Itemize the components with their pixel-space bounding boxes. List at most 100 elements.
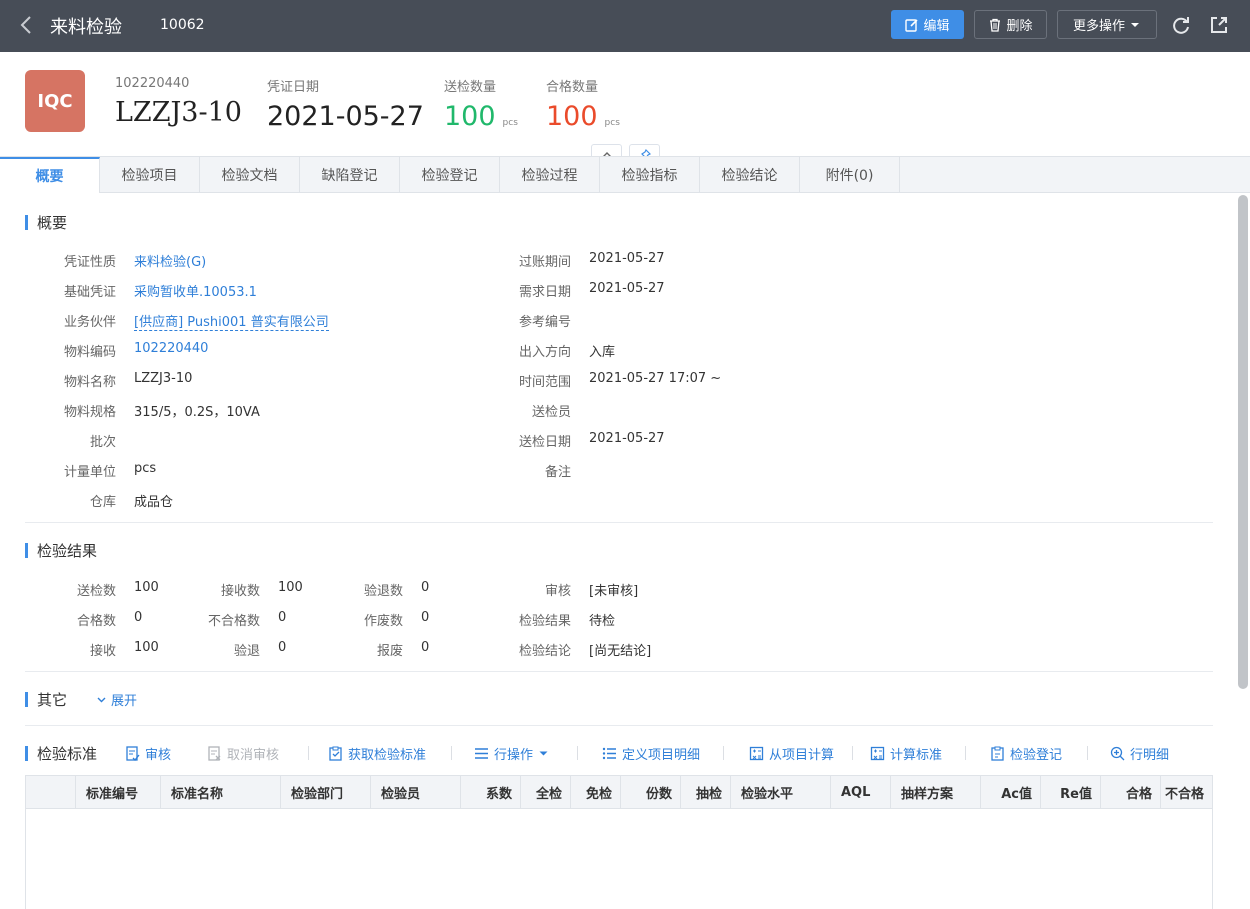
result-field-value: 0 bbox=[421, 610, 430, 625]
result-field-label: 验退 bbox=[233, 644, 260, 659]
grid-column-header[interactable]: AQL bbox=[831, 776, 891, 809]
expand-toggle[interactable]: 展开 bbox=[96, 690, 137, 709]
overview-field-label: 计量单位 bbox=[63, 465, 116, 480]
result-field-value: 0 bbox=[134, 610, 143, 625]
result-field-label: 验退数 bbox=[363, 584, 403, 599]
voucher-date-value: 2021-05-27 bbox=[267, 101, 424, 132]
row-ops-label: 行操作 bbox=[494, 748, 534, 763]
more-actions-button[interactable]: 更多操作 bbox=[1057, 10, 1157, 39]
grid-column-header[interactable]: 检验水平 bbox=[731, 776, 831, 809]
grid-column-header[interactable]: 抽样方案 bbox=[891, 776, 981, 809]
grid-column-header[interactable]: 免检 bbox=[571, 776, 621, 809]
open-external-icon[interactable] bbox=[1208, 14, 1230, 36]
tab-inspect-index[interactable]: 检验指标 bbox=[600, 157, 700, 193]
inspect-register-button[interactable]: 检验登记 bbox=[990, 744, 1062, 763]
delete-button[interactable]: 删除 bbox=[974, 10, 1047, 39]
row-ops-dropdown[interactable]: 行操作 bbox=[474, 744, 549, 763]
result-field-label: 报废 bbox=[376, 644, 403, 659]
overview-field-value: pcs bbox=[134, 461, 157, 476]
document-header: IQC 102220440 LZZJ3-10 凭证日期 2021-05-27 送… bbox=[0, 52, 1250, 166]
overview-field-value[interactable]: 102220440 bbox=[134, 341, 208, 356]
grid-column-header[interactable]: 检验部门 bbox=[281, 776, 371, 809]
edit-button[interactable]: 编辑 bbox=[891, 10, 964, 39]
divider bbox=[25, 725, 1213, 726]
tab-inspect-docs[interactable]: 检验文档 bbox=[200, 157, 300, 193]
overview-field-value[interactable]: 采购暂收单.10053.1 bbox=[134, 281, 257, 300]
tab-inspect-register[interactable]: 检验登记 bbox=[400, 157, 500, 193]
grid-column-header[interactable]: 份数 bbox=[621, 776, 681, 809]
pass-qty-value: 100 bbox=[546, 101, 598, 132]
edit-button-label: 编辑 bbox=[923, 19, 950, 34]
grid-column-header[interactable]: Ac值 bbox=[981, 776, 1041, 809]
calculator-icon bbox=[870, 746, 885, 761]
tab-attachments[interactable]: 附件(0) bbox=[800, 157, 900, 193]
vertical-scrollbar[interactable] bbox=[1238, 195, 1248, 689]
overview-field-label: 时间范围 bbox=[518, 375, 571, 390]
section-title-result: 检验结果 bbox=[25, 540, 97, 561]
grid-column-header[interactable]: 系数 bbox=[461, 776, 521, 809]
material-code-block: 102220440 LZZJ3-10 bbox=[115, 76, 242, 128]
caret-down-icon bbox=[1131, 22, 1139, 27]
result-field-label: 不合格数 bbox=[207, 614, 260, 629]
overview-field-value: 315/5，0.2S，10VA bbox=[134, 405, 260, 420]
top-bar: 来料检验 10062 编辑 删除 更多操作 bbox=[0, 0, 1250, 52]
toolbar-separator bbox=[723, 746, 724, 760]
overview-field-value: LZZJ3-10 bbox=[134, 371, 193, 386]
toolbar-separator bbox=[852, 746, 853, 760]
audit-icon bbox=[126, 746, 140, 761]
cancel-audit-label: 取消审核 bbox=[227, 748, 280, 763]
result-field-label: 审核 bbox=[544, 584, 571, 599]
standard-grid: 标准编号 标准名称 检验部门 检验员 系数 全检 免检 份数 抽检 检验水平 AQL 抽样方案 Ac值 R… bbox=[25, 775, 1213, 909]
overview-field-label: 送检员 bbox=[531, 405, 571, 420]
tab-inspect-process[interactable]: 检验过程 bbox=[500, 157, 600, 193]
overview-field-value: 2021-05-27 bbox=[589, 431, 665, 446]
refresh-icon[interactable] bbox=[1170, 14, 1192, 36]
tab-bar: 概要 检验项目 检验文档 缺陷登记 检验登记 检验过程 检验指标 检验结论 附件(0) bbox=[0, 156, 1250, 193]
grid-column-header[interactable]: 全检 bbox=[521, 776, 571, 809]
overview-field-value[interactable]: 来料检验(G) bbox=[134, 251, 206, 270]
tab-defect-register[interactable]: 缺陷登记 bbox=[300, 157, 400, 193]
audit-button[interactable]: 审核 bbox=[125, 744, 171, 763]
grid-column-header[interactable]: Re值 bbox=[1041, 776, 1101, 809]
cancel-audit-button[interactable]: 取消审核 bbox=[207, 744, 279, 763]
calc-from-item-label: 从项目计算 bbox=[769, 748, 835, 763]
section-title-overview: 概要 bbox=[25, 212, 67, 233]
calc-standard-button[interactable]: 计算标准 bbox=[870, 744, 942, 763]
result-field-label: 检验结果 bbox=[518, 614, 571, 629]
grid-select-column[interactable] bbox=[26, 776, 76, 809]
overview-field-value[interactable]: [供应商] Pushi001 普实有限公司 bbox=[134, 311, 329, 331]
grid-column-header[interactable]: 标准编号 bbox=[76, 776, 161, 809]
calc-from-item-button[interactable]: 从项目计算 bbox=[749, 744, 834, 763]
grid-header: 标准编号 标准名称 检验部门 检验员 系数 全检 免检 份数 抽检 检验水平 AQL 抽样方案 Ac值 R… bbox=[26, 776, 1212, 809]
overview-field-label: 基础凭证 bbox=[63, 285, 116, 300]
overview-field-label: 备注 bbox=[544, 465, 571, 480]
audit-button-label: 审核 bbox=[145, 748, 172, 763]
grid-column-header[interactable]: 不合格 bbox=[1161, 776, 1212, 809]
grid-column-header[interactable]: 合格 bbox=[1101, 776, 1161, 809]
grid-column-header[interactable]: 标准名称 bbox=[161, 776, 281, 809]
avatar: IQC bbox=[25, 70, 85, 132]
tab-inspect-conclusion[interactable]: 检验结论 bbox=[700, 157, 800, 193]
define-detail-button[interactable]: 定义项目明细 bbox=[602, 744, 700, 763]
grid-column-header[interactable]: 抽检 bbox=[681, 776, 731, 809]
tab-overview[interactable]: 概要 bbox=[0, 157, 100, 193]
sent-qty-label: 送检数量 bbox=[444, 80, 497, 95]
overview-field-label: 需求日期 bbox=[518, 285, 571, 300]
overview-field-label: 送检日期 bbox=[518, 435, 571, 450]
toolbar-separator bbox=[1087, 746, 1088, 760]
result-field-label: 合格数 bbox=[76, 614, 116, 629]
tab-inspect-items[interactable]: 检验项目 bbox=[100, 157, 200, 193]
content-area: 概要 凭证性质 来料检验(G) 基础凭证 采购暂收单.10053.1 业务伙伴 [供应商]… bbox=[0, 193, 1237, 909]
grid-column-header[interactable]: 检验员 bbox=[371, 776, 461, 809]
inspect-register-label: 检验登记 bbox=[1010, 748, 1063, 763]
row-detail-button[interactable]: 行明细 bbox=[1110, 744, 1169, 763]
result-field-value: 0 bbox=[278, 610, 287, 625]
get-standard-button[interactable]: 获取检验标准 bbox=[328, 744, 426, 763]
back-arrow-icon[interactable] bbox=[16, 14, 38, 36]
result-field-value: 待检 bbox=[589, 614, 616, 629]
overview-field-value: 入库 bbox=[589, 345, 616, 360]
sent-qty-value-row: 100 pcs bbox=[444, 101, 518, 132]
result-field-value: 0 bbox=[421, 640, 430, 655]
toolbar-separator bbox=[308, 746, 309, 760]
page-title: 来料检验 bbox=[50, 17, 122, 38]
